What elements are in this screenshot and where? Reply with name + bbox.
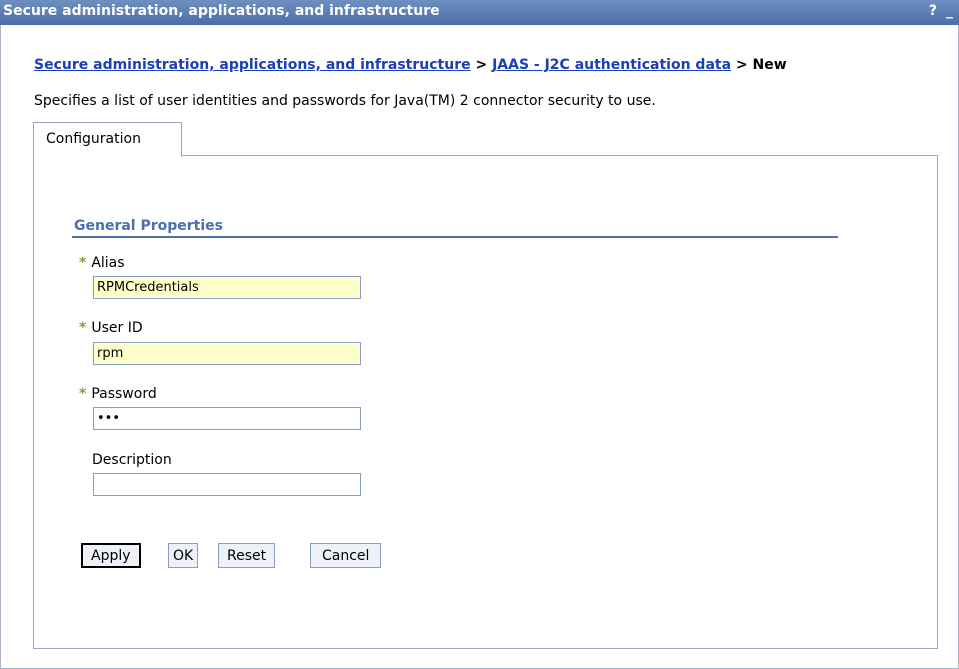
alias-input[interactable]	[93, 276, 361, 299]
title-bar: Secure administration, applications, and…	[0, 0, 959, 25]
breadcrumb-current: New	[752, 57, 787, 73]
required-marker: *	[79, 320, 87, 336]
password-input[interactable]	[93, 407, 361, 430]
window-title: Secure administration, applications, and…	[3, 3, 440, 19]
breadcrumb: Secure administration, applications, and…	[34, 57, 787, 73]
tab-configuration[interactable]: Configuration	[33, 122, 182, 157]
user-id-label: * User ID	[79, 320, 143, 336]
password-label: * Password	[79, 386, 157, 402]
page-description: Specifies a list of user identities and …	[34, 93, 656, 109]
apply-button[interactable]: Apply	[81, 543, 141, 568]
help-icon[interactable]: ?	[929, 3, 937, 19]
tab-label: Configuration	[46, 131, 141, 147]
breadcrumb-link-secure-admin[interactable]: Secure administration, applications, and…	[34, 57, 471, 73]
description-label: Description	[92, 452, 172, 468]
breadcrumb-separator: >	[731, 57, 753, 73]
user-id-input[interactable]	[93, 342, 361, 365]
breadcrumb-separator: >	[470, 57, 493, 73]
user-id-label-text: User ID	[91, 320, 143, 336]
description-input[interactable]	[93, 473, 361, 496]
ok-button[interactable]: OK	[168, 543, 199, 568]
required-marker: *	[79, 386, 87, 402]
minimize-icon[interactable]: _	[946, 3, 953, 19]
password-label-text: Password	[91, 386, 157, 402]
section-divider	[72, 236, 838, 238]
breadcrumb-link-jaas[interactable]: JAAS - J2C authentication data	[492, 57, 731, 73]
reset-button[interactable]: Reset	[218, 543, 276, 568]
required-marker: *	[79, 255, 87, 271]
alias-label: * Alias	[79, 255, 125, 271]
alias-label-text: Alias	[91, 255, 125, 271]
cancel-button[interactable]: Cancel	[310, 543, 382, 568]
section-title: General Properties	[74, 218, 223, 234]
